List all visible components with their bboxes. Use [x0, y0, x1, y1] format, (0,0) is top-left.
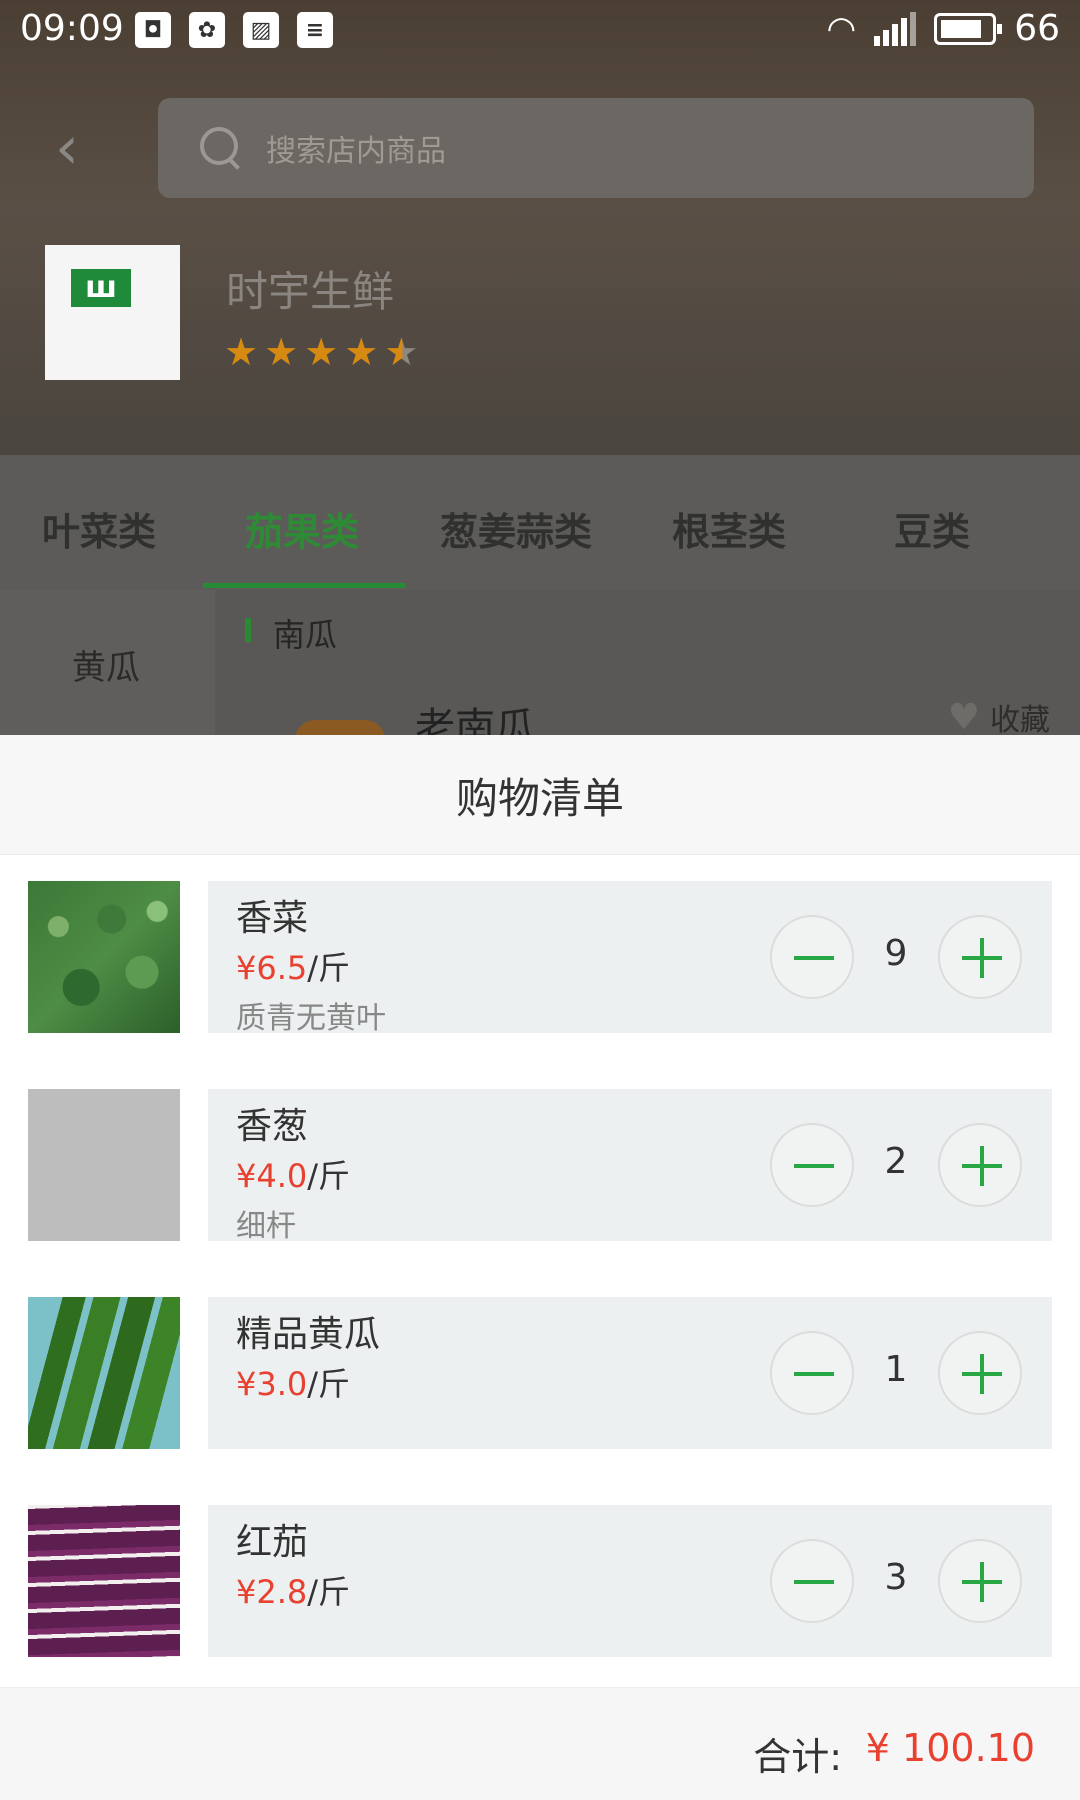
status-bar: 09:09 ◘ ✿ ▨ ≡ ◠ 66	[0, 0, 1080, 64]
store-header: 09:09 ◘ ✿ ▨ ≡ ◠ 66 ‹ 搜索店内商品 ш 时宇生鲜 ★ ★ ★…	[0, 0, 1080, 455]
section-marker	[245, 618, 251, 642]
total-label: 合计:	[753, 1735, 842, 1779]
price-unit: /斤	[307, 1573, 351, 1611]
panel-header: 购物清单	[0, 735, 1080, 855]
price-value: 6.5	[256, 949, 308, 987]
chevron-left-icon: ‹	[55, 113, 79, 183]
system-indicators: ◠ 66	[827, 8, 1060, 49]
item-image	[28, 1297, 180, 1449]
decrease-quantity-button[interactable]	[770, 1331, 854, 1415]
item-name: 香菜	[236, 898, 309, 939]
subcategory-sidebar: 黄瓜	[0, 590, 215, 735]
search-icon	[200, 127, 242, 169]
star-icon: ★	[264, 330, 299, 374]
cart-item: 香葱 ¥4.0/斤 细杆 2	[28, 1089, 1052, 1244]
increase-quantity-button[interactable]	[938, 1331, 1022, 1415]
quantity-value: 3	[884, 1557, 908, 1598]
item-image	[28, 1505, 180, 1657]
item-card: 香菜 ¥6.5/斤 质青无黄叶 9	[208, 881, 1052, 1036]
item-price: ¥3.0/斤	[236, 1359, 350, 1405]
quantity-value: 9	[884, 933, 908, 974]
decrease-quantity-button[interactable]	[770, 1123, 854, 1207]
price-unit: /斤	[307, 1157, 351, 1195]
price-currency: ¥	[236, 949, 257, 987]
half-star-icon: ★	[384, 330, 419, 374]
section-title: 南瓜	[273, 616, 338, 654]
star-icon: ★	[344, 330, 379, 374]
price-unit: /斤	[307, 1365, 351, 1403]
price-value: 2.8	[256, 1573, 308, 1611]
item-price: ¥6.5/斤	[236, 943, 350, 989]
quantity-value: 2	[884, 1141, 908, 1182]
status-time: 09:09	[20, 8, 124, 49]
cart-item: 精品黄瓜 ¥3.0/斤 1	[28, 1297, 1052, 1449]
tab-solanaceous[interactable]: 茄果类	[245, 501, 359, 556]
item-price: ¥4.0/斤	[236, 1151, 350, 1197]
active-tab-indicator	[203, 583, 405, 588]
shopping-list-panel: 购物清单 香菜 ¥6.5/斤 质青无黄叶 9 香葱 ¥4.0/斤 细杆 2 精品…	[0, 735, 1080, 1800]
total-value: ¥ 100.10	[865, 1726, 1035, 1770]
search-input[interactable]: 搜索店内商品	[158, 98, 1034, 198]
favorite-button[interactable]: ♥ 收藏	[948, 695, 1050, 739]
signal-4g-icon	[874, 11, 917, 46]
battery-icon	[934, 12, 1003, 45]
decrease-quantity-button[interactable]	[770, 1539, 854, 1623]
price-value: 3.0	[256, 1365, 308, 1403]
star-icon: ★	[304, 330, 339, 374]
increase-quantity-button[interactable]	[938, 1539, 1022, 1623]
item-card: 香葱 ¥4.0/斤 细杆 2	[208, 1089, 1052, 1244]
price-currency: ¥	[236, 1365, 257, 1403]
favorite-label: 收藏	[990, 703, 1050, 738]
news-icon: ≡	[297, 12, 333, 48]
shop-name: 时宇生鲜	[226, 267, 395, 316]
shop-logo: ш	[45, 245, 180, 380]
wifi-icon: ◠	[826, 8, 857, 49]
quantity-value: 1	[884, 1349, 908, 1390]
battery-level: 66	[1014, 8, 1060, 49]
item-image	[28, 1089, 180, 1241]
cart-item: 红茄 ¥2.8/斤 3	[28, 1505, 1052, 1657]
heart-icon: ♥	[947, 696, 980, 738]
item-card: 红茄 ¥2.8/斤 3	[208, 1505, 1052, 1657]
decrease-quantity-button[interactable]	[770, 915, 854, 999]
item-name: 精品黄瓜	[236, 1314, 381, 1355]
item-description: 细杆	[236, 1209, 296, 1244]
tab-leafy[interactable]: 叶菜类	[42, 501, 156, 556]
app-notification-icon: ◘	[135, 12, 171, 48]
price-unit: /斤	[307, 949, 351, 987]
search-placeholder: 搜索店内商品	[266, 134, 446, 169]
item-image	[28, 881, 180, 1033]
product-list: 南瓜 老南瓜 ♥ 收藏	[215, 590, 1080, 751]
increase-quantity-button[interactable]	[938, 915, 1022, 999]
cart-footer: 合计: ¥ 100.10	[0, 1687, 1080, 1800]
tab-beans[interactable]: 豆类	[894, 501, 970, 556]
category-tabs: 叶菜类 茄果类 葱姜蒜类 根茎类 豆类	[0, 455, 1080, 590]
notification-icons: ◘ ✿ ▨ ≡	[135, 12, 333, 48]
shop-rating: ★ ★ ★ ★ ★	[224, 332, 418, 372]
price-currency: ¥	[236, 1573, 257, 1611]
item-card: 精品黄瓜 ¥3.0/斤 1	[208, 1297, 1052, 1449]
baidu-paw-icon: ✿	[189, 12, 225, 48]
panel-title: 购物清单	[455, 774, 624, 823]
sidebar-item-cucumber[interactable]: 黄瓜	[72, 640, 140, 689]
cart-item: 香菜 ¥6.5/斤 质青无黄叶 9	[28, 881, 1052, 1036]
increase-quantity-button[interactable]	[938, 1123, 1022, 1207]
item-name: 红茄	[236, 1522, 309, 1563]
tab-root[interactable]: 根茎类	[672, 501, 786, 556]
star-icon: ★	[224, 330, 259, 374]
price-value: 4.0	[256, 1157, 308, 1195]
image-notification-icon: ▨	[243, 12, 279, 48]
item-description: 质青无黄叶	[236, 1001, 386, 1036]
item-price: ¥2.8/斤	[236, 1567, 350, 1613]
item-name: 香葱	[236, 1106, 309, 1147]
back-button[interactable]: ‹	[55, 118, 105, 178]
shop-logo-mark: ш	[71, 269, 131, 307]
price-currency: ¥	[236, 1157, 257, 1195]
tab-allium[interactable]: 葱姜蒜类	[440, 501, 592, 556]
